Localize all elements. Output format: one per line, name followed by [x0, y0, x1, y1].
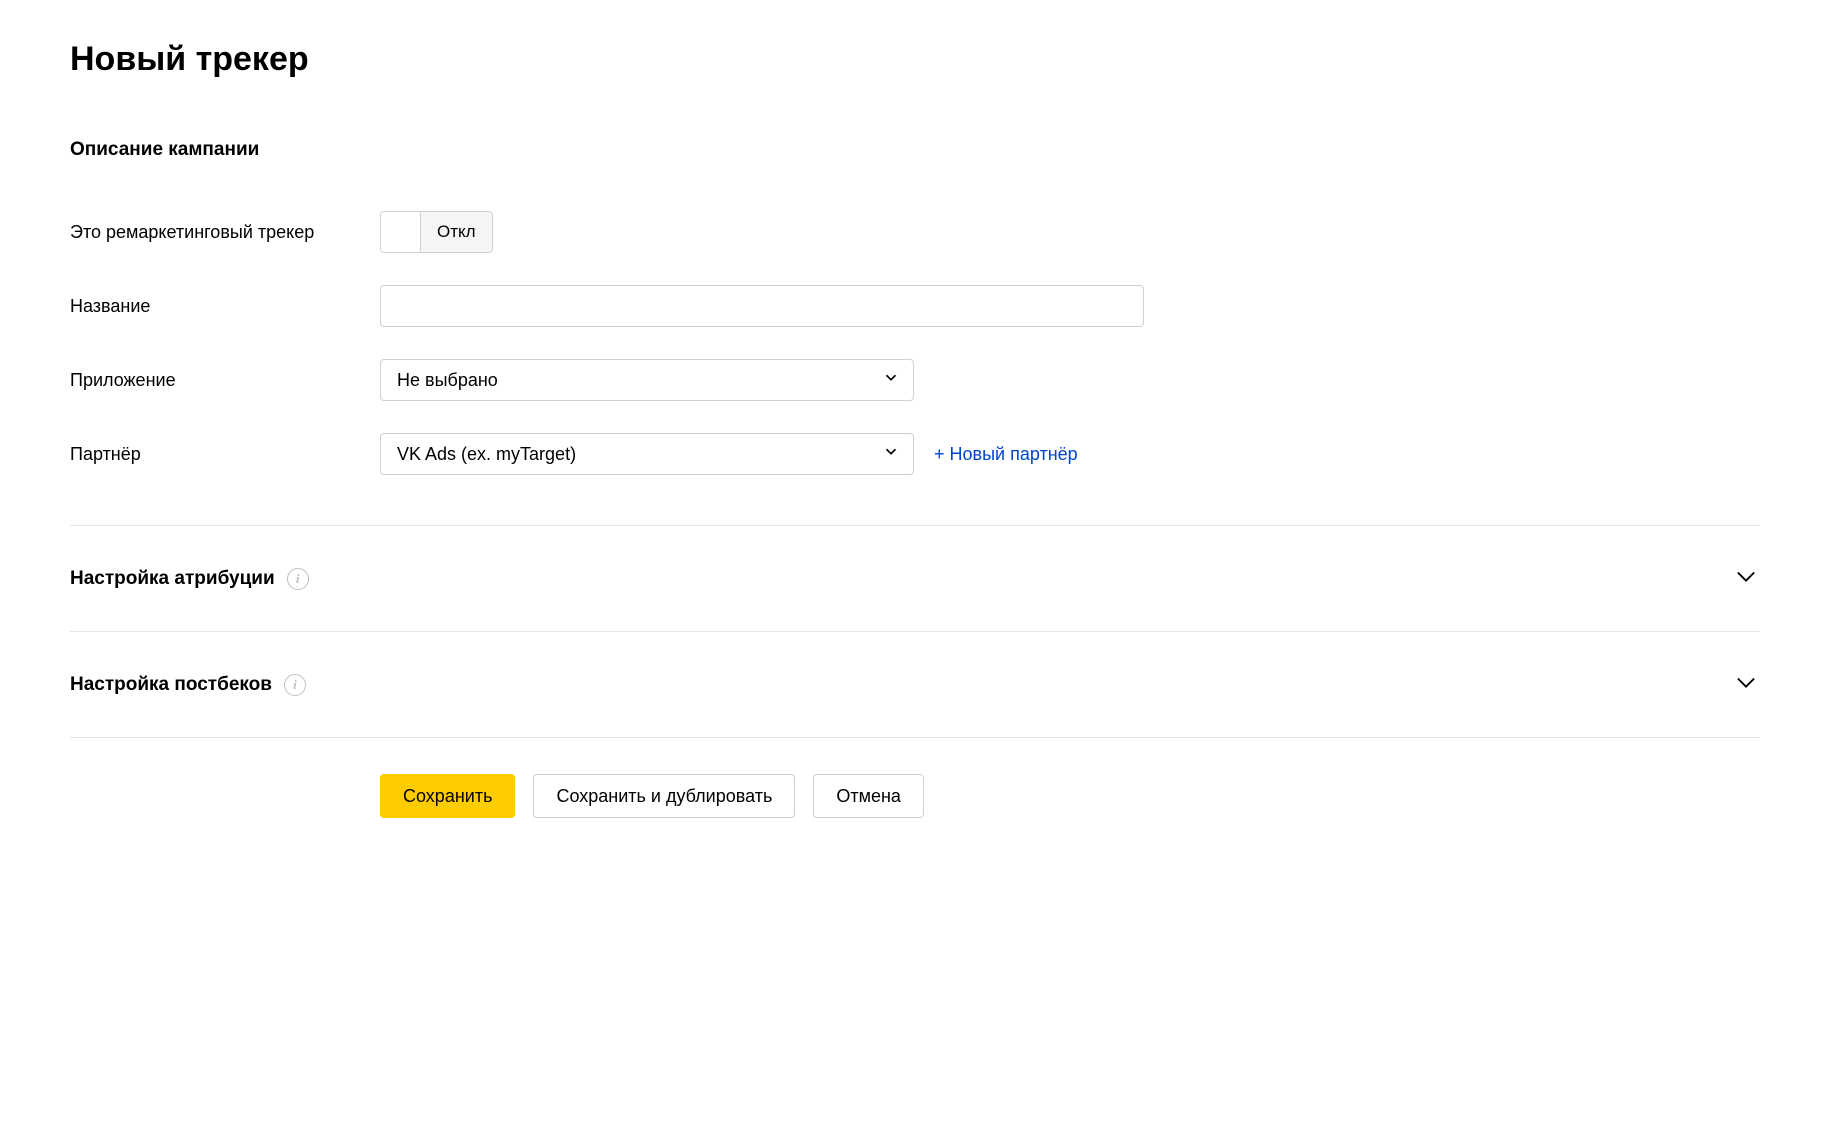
- save-button[interactable]: Сохранить: [380, 774, 515, 818]
- select-application[interactable]: Не выбрано: [380, 359, 914, 401]
- toggle-state-label: Откл: [421, 212, 492, 252]
- section-campaign-description: Описание кампании: [70, 139, 1760, 161]
- toggle-remarketing[interactable]: Откл: [380, 211, 493, 253]
- chevron-down-icon: [1732, 668, 1760, 701]
- row-remarketing: Это ремаркетинговый трекер Откл: [70, 211, 1760, 253]
- save-duplicate-button[interactable]: Сохранить и дублировать: [533, 774, 795, 818]
- select-application-value: Не выбрано: [397, 370, 498, 391]
- row-name: Название: [70, 285, 1760, 327]
- accordion-attribution[interactable]: Настройка атрибуции i: [70, 526, 1760, 632]
- accordion-attribution-title: Настройка атрибуции: [70, 568, 275, 590]
- toggle-handle: [381, 212, 421, 252]
- footer-buttons: Сохранить Сохранить и дублировать Отмена: [380, 774, 1760, 818]
- new-partner-link[interactable]: + Новый партнёр: [934, 444, 1078, 465]
- page-title: Новый трекер: [70, 40, 1760, 79]
- label-remarketing: Это ремаркетинговый трекер: [70, 222, 380, 243]
- info-icon[interactable]: i: [287, 568, 309, 590]
- label-name: Название: [70, 296, 380, 317]
- row-application: Приложение Не выбрано: [70, 359, 1760, 401]
- label-application: Приложение: [70, 370, 380, 391]
- row-partner: Партнёр VK Ads (ex. myTarget) + Новый па…: [70, 433, 1760, 475]
- accordion-postbacks[interactable]: Настройка постбеков i: [70, 632, 1760, 738]
- select-partner[interactable]: VK Ads (ex. myTarget): [380, 433, 914, 475]
- select-partner-value: VK Ads (ex. myTarget): [397, 444, 576, 465]
- cancel-button[interactable]: Отмена: [813, 774, 924, 818]
- chevron-down-icon: [1732, 562, 1760, 595]
- label-partner: Партнёр: [70, 444, 380, 465]
- info-icon[interactable]: i: [284, 674, 306, 696]
- accordion-postbacks-title: Настройка постбеков: [70, 674, 272, 696]
- input-name[interactable]: [380, 285, 1144, 327]
